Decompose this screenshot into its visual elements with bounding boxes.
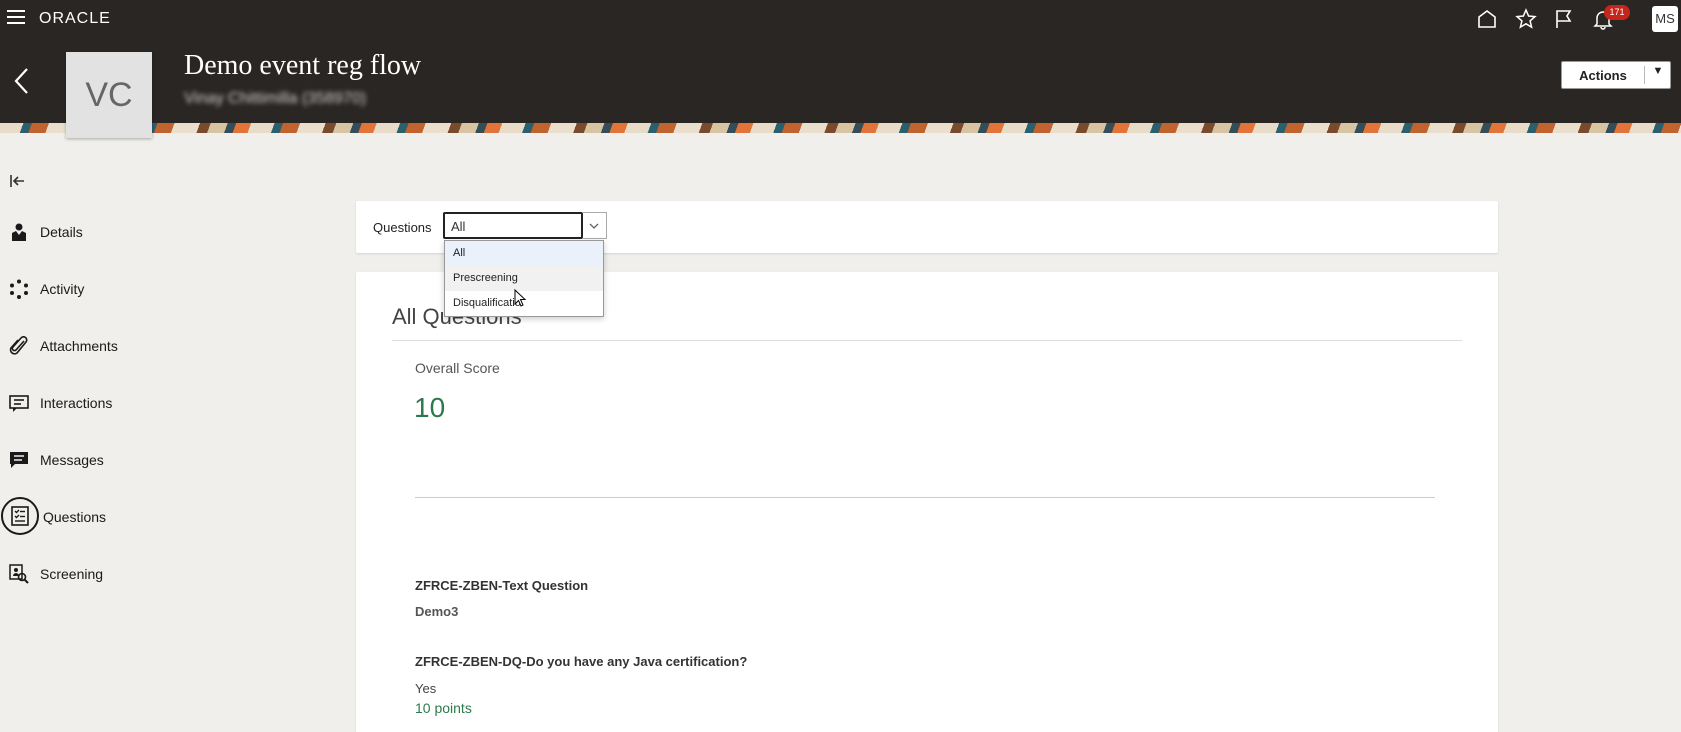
question-answer: Yes — [415, 681, 437, 696]
sidebar-item-activity[interactable]: Activity — [0, 269, 200, 309]
divider — [415, 497, 1435, 498]
questions-select[interactable]: All — [443, 212, 607, 239]
divider — [392, 340, 1462, 341]
question-title: ZFRCE-ZBEN-Text Question — [415, 578, 589, 593]
select-toggle-button[interactable] — [583, 212, 607, 239]
actions-button[interactable]: Actions ▼ — [1561, 61, 1671, 89]
sidebar-item-messages[interactable]: Messages — [0, 440, 200, 480]
message-icon — [10, 452, 28, 468]
sidebar-item-screening[interactable]: Screening — [0, 554, 200, 594]
home-icon[interactable] — [1476, 8, 1498, 30]
candidate-name: Vinay Chittimilla (358970) — [184, 90, 367, 107]
actions-divider — [1644, 66, 1645, 84]
questions-icon — [11, 506, 29, 526]
oracle-logo: ORACLE — [39, 10, 111, 27]
question-points: 10 points — [415, 700, 472, 716]
global-header: ORACLE 171 MS — [0, 0, 1681, 38]
actions-label: Actions — [1579, 68, 1627, 83]
sidebar-item-questions[interactable]: Questions — [0, 497, 200, 537]
question-title: ZFRCE-ZBEN-DQ-Do you have any Java certi… — [415, 654, 748, 669]
sidebar-item-attachments[interactable]: Attachments — [0, 326, 200, 366]
flag-icon[interactable] — [1553, 8, 1575, 30]
question-answer: Demo3 — [415, 604, 459, 619]
user-avatar[interactable]: MS — [1652, 6, 1678, 32]
screening-icon — [9, 564, 29, 584]
activity-icon — [10, 279, 28, 299]
page-title: Demo event reg flow — [184, 50, 422, 81]
notification-badge: 171 — [1604, 5, 1630, 20]
dropdown-option-prescreening[interactable]: Prescreening — [445, 266, 603, 291]
candidate-avatar: VC — [66, 52, 152, 138]
paperclip-icon — [9, 336, 28, 355]
sidebar-item-label: Details — [40, 224, 83, 240]
header-banner — [0, 123, 1681, 133]
sidebar-item-label: Attachments — [40, 338, 118, 354]
chevron-down-icon[interactable]: ▼ — [1648, 65, 1668, 77]
person-icon — [12, 223, 26, 241]
star-icon[interactable] — [1515, 8, 1537, 30]
questions-card: All Questions Overall Score 10 ZFRCE-ZBE… — [356, 272, 1498, 732]
sidebar-item-label: Activity — [40, 281, 85, 297]
sidebar-item-details[interactable]: Details — [0, 212, 200, 252]
sidebar-item-label: Messages — [40, 452, 104, 468]
sidebar-item-interactions[interactable]: Interactions — [0, 383, 200, 423]
menu-icon[interactable] — [7, 10, 25, 26]
overall-score-value: 10 — [414, 392, 446, 423]
back-icon[interactable] — [12, 66, 32, 96]
sidebar-item-label: Screening — [40, 566, 104, 582]
questions-select-field[interactable]: All — [443, 212, 583, 239]
questions-filter-label: Questions — [373, 220, 432, 235]
collapse-panel-icon[interactable] — [9, 173, 27, 189]
mouse-cursor-icon — [514, 289, 527, 307]
overall-score-label: Overall Score — [415, 360, 500, 376]
chevron-down-icon — [589, 223, 599, 229]
interactions-icon — [9, 395, 29, 412]
dropdown-option-all[interactable]: All — [445, 241, 603, 266]
sidebar-item-label: Interactions — [40, 395, 113, 411]
sidebar-item-label: Questions — [43, 509, 107, 525]
